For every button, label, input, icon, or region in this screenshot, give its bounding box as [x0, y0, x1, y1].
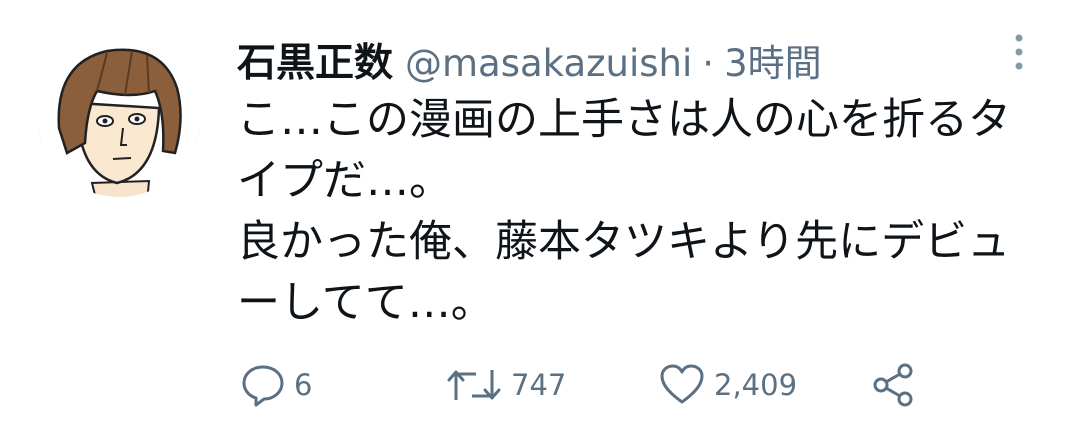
share-icon	[873, 363, 913, 407]
heart-icon	[660, 364, 704, 404]
avatar-illustration	[37, 33, 201, 197]
reply-count: 6	[294, 368, 313, 402]
share-button[interactable]	[870, 360, 918, 410]
more-vertical-icon[interactable]	[1006, 33, 1032, 73]
tweet-timestamp[interactable]: 3時間	[724, 33, 822, 87]
header-separator: ·	[702, 42, 715, 85]
author-handle[interactable]: @masakazuishi	[405, 42, 692, 85]
retweet-icon	[447, 370, 501, 400]
comment-bubble-icon	[242, 365, 284, 407]
like-button[interactable]: 2,409	[658, 360, 797, 410]
retweet-button[interactable]: 747	[445, 360, 566, 410]
reply-button[interactable]: 6	[240, 360, 312, 410]
avatar[interactable]	[37, 33, 201, 197]
tweet-actions: 6 747 2,409	[240, 360, 940, 410]
retweet-count: 747	[511, 368, 567, 402]
author-display-name[interactable]: 石黒正数	[237, 32, 393, 88]
tweet-card[interactable]: 石黒正数 @masakazuishi · 3時間 こ…この漫画の上手さは人の心を…	[0, 0, 1080, 431]
tweet-text: こ…この漫画の上手さは人の心を折るタ イプだ…。 良かった俺、藤本タツキより先に…	[237, 95, 1011, 328]
like-count: 2,409	[714, 368, 798, 402]
tweet-header: 石黒正数 @masakazuishi · 3時間	[237, 32, 822, 86]
